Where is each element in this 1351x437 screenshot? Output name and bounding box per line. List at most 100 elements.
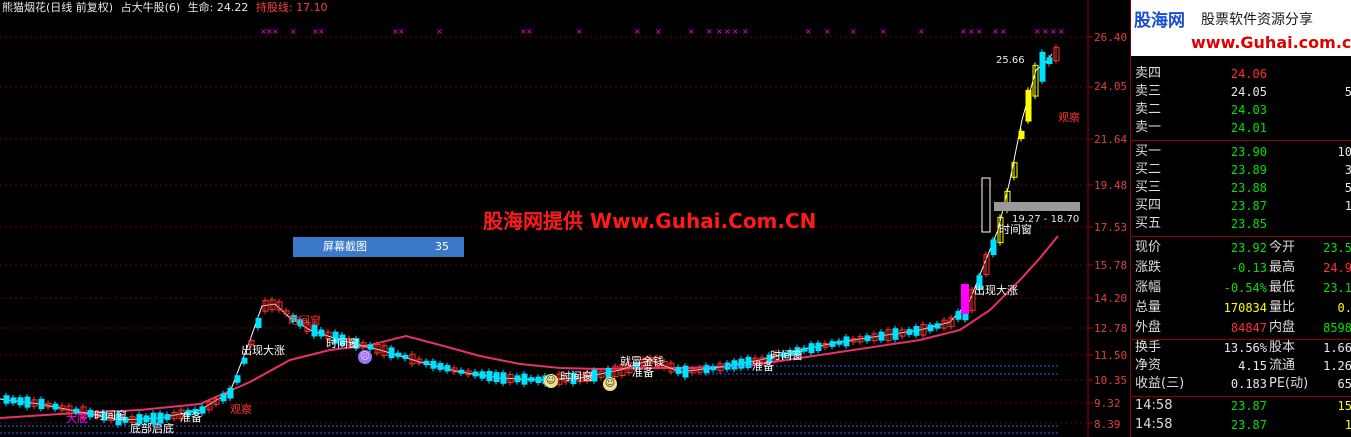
annotation: 时间窗 (999, 223, 1032, 236)
signal-mark: × (290, 27, 297, 36)
annotation: 时间窗 (288, 314, 321, 327)
candle-body (710, 366, 717, 371)
candle-body (437, 363, 444, 370)
buy-row-2: 买二 23.89 3 (1131, 161, 1351, 179)
candle-body (535, 376, 542, 384)
stat-label: 收益(三) (1135, 376, 1185, 391)
stat-row: 现价 23.92 今开 23.5 (1131, 239, 1351, 257)
candle-body (87, 409, 94, 418)
annotation: 大底 (66, 412, 88, 425)
stat-value: 4.15 (1238, 359, 1267, 373)
price-axis-label: 11.50 (1094, 349, 1128, 362)
stat-label: 现价 (1135, 240, 1162, 255)
candle-body (500, 372, 507, 384)
price-axis-label: 24.05 (1094, 80, 1128, 93)
annotation: 时间窗 (770, 349, 803, 362)
indicator-name: 占大牛股(6) (120, 1, 181, 14)
signal-mark: × (706, 27, 713, 36)
tick-price: 23.87 (1230, 418, 1267, 432)
stat-label: 净资 (1135, 358, 1162, 373)
candle-body (241, 357, 248, 364)
signal-mark: × (992, 27, 999, 36)
candle-body (1039, 51, 1046, 82)
candle-body (402, 354, 409, 359)
watermark-text: 股海网提供 Www.Guhai.Com.CN (483, 209, 817, 233)
buy-vol: 1 (1344, 199, 1351, 213)
kline-chart-area[interactable]: × × × × × × × × × × × × × × × × × × × × × × × × × × × × × × × × × × 熊猫烟花(… (0, 0, 1130, 437)
annotation: 时间窗 (94, 409, 127, 422)
signal-mark: × (526, 27, 533, 36)
tick-time: 14:58 (1135, 417, 1173, 432)
candle-body (906, 329, 913, 335)
site-banner[interactable]: 股海网 股票软件资源分享 www.Guhai.com.cn (1131, 0, 1351, 56)
stat-label: 流通 (1269, 358, 1296, 373)
chart-title-bar: 熊猫烟花(日线 前复权) 占大牛股(6) 生命: 24.22 持股线: 17.1… (2, 0, 332, 15)
annotation: 时间窗 (326, 337, 359, 350)
candle-body (458, 369, 465, 374)
buy-price: 23.90 (1230, 145, 1267, 159)
price-axis-label: 12.78 (1094, 322, 1128, 335)
sell-price: 24.06 (1230, 67, 1267, 81)
signal-mark: × (1050, 27, 1057, 36)
stat-row: 涨跌 -0.13 最高 24.9 (1131, 259, 1351, 277)
price-axis-label: 9.32 (1094, 397, 1121, 410)
candle-body (934, 323, 941, 329)
candle-body (255, 317, 262, 329)
candle-body (493, 372, 500, 383)
signal-mark: × (1058, 27, 1065, 36)
sell-price: 24.03 (1230, 103, 1267, 117)
stock-name: 熊猫烟花(日线 前复权) (2, 1, 114, 14)
stat-row: 净资 4.15 流通 1.26 (1131, 357, 1351, 375)
signal-mark: × (272, 27, 279, 36)
life-label: 生命: 24.22 (187, 1, 249, 14)
screenshot-tip-value: 35 (435, 240, 449, 253)
signal-mark: × (436, 27, 443, 36)
signal-mark: × (724, 27, 731, 36)
sell-row-4: 卖四 24.06 (1131, 65, 1351, 83)
stat-label: 涨跌 (1135, 260, 1162, 275)
stat-value: 13.56% (1223, 341, 1267, 355)
range-bar (994, 202, 1080, 211)
stat-value: 0. (1337, 301, 1351, 315)
annotation: 观察 (230, 403, 252, 416)
stat-row: 外盘 84847 内盘 8598 (1131, 319, 1351, 337)
signal-mark: × (824, 27, 831, 36)
price-axis-label: 19.48 (1094, 179, 1128, 192)
candle-body (829, 341, 836, 347)
stat-value: 1.66 (1323, 341, 1351, 355)
candle-body (318, 329, 325, 337)
annotation: 出现大涨 (241, 344, 285, 357)
stat-label: 最低 (1269, 280, 1296, 295)
screenshot-tip[interactable]: 屏幕截图 35 (293, 237, 464, 257)
stat-row: 换手 13.56% 股本 1.66 (1131, 339, 1351, 357)
buy-price: 23.87 (1230, 199, 1267, 213)
buy-row-5: 买五 23.85 (1131, 215, 1351, 233)
banner-brand: 股海网 (1134, 11, 1185, 31)
stat-row: 涨幅 -0.54% 最低 23.1 (1131, 279, 1351, 297)
candle-body (521, 373, 528, 385)
candle-body (423, 360, 430, 366)
tick-vol: 15 (1337, 399, 1351, 413)
candle-body (17, 397, 24, 406)
stat-label: 换手 (1135, 340, 1162, 355)
sell-vol: 5 (1344, 85, 1351, 99)
signal-mark: × (918, 27, 925, 36)
candle-body (864, 335, 871, 342)
stat-value: 170834 (1223, 301, 1267, 315)
signal-mark: × (688, 27, 695, 36)
annotation: 准备 (632, 366, 654, 379)
signal-mark: × (1034, 27, 1041, 36)
stat-label: 最高 (1269, 260, 1296, 275)
candle-body (514, 375, 521, 383)
annotation: 观察 (1058, 111, 1080, 124)
candle-body (836, 340, 843, 345)
signal-mark: × (976, 27, 983, 36)
price-axis-label: 17.53 (1094, 221, 1128, 234)
tick-vol: 1 (1344, 418, 1351, 432)
sell-row-3: 卖三 24.05 5 (1131, 83, 1351, 101)
stat-label: 外盘 (1135, 320, 1162, 335)
price-axis-label: 26.40 (1094, 31, 1128, 44)
buy-row-3: 买三 23.88 5 (1131, 179, 1351, 197)
stat-label: 涨幅 (1135, 280, 1162, 295)
stat-row: 收益(三) 0.183 PE(动) 65 (1131, 375, 1351, 393)
